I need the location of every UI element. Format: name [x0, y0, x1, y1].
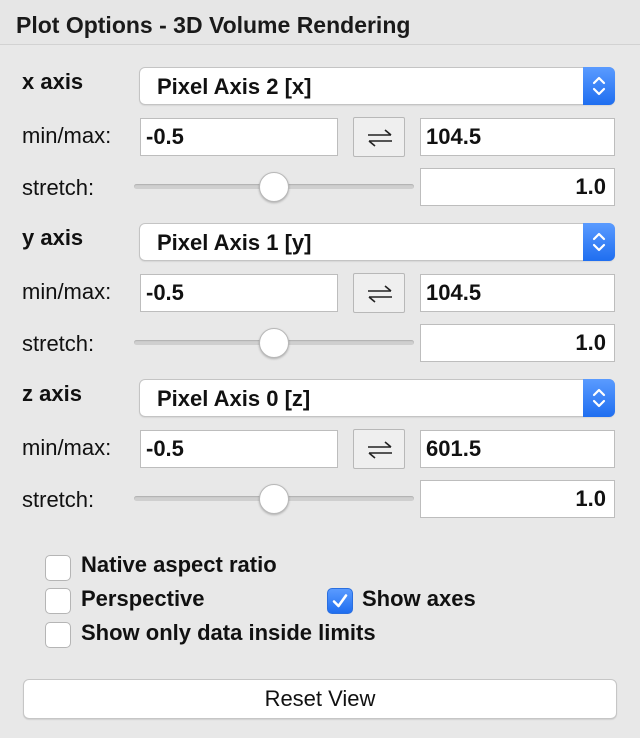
- z-stretch-slider-knob[interactable]: [259, 484, 289, 514]
- perspective-label: Perspective: [81, 586, 205, 611]
- y-swap-button[interactable]: [353, 273, 405, 313]
- z-min-input[interactable]: -0.5: [140, 430, 338, 468]
- x-stretch-label: stretch:: [22, 175, 95, 200]
- z-stretch-value: 1.0: [575, 486, 606, 511]
- z-stretch-input[interactable]: 1.0: [420, 480, 615, 518]
- x-axis-select-value: Pixel Axis 2 [x]: [157, 74, 312, 99]
- show-inside-limits-label: Show only data inside limits: [81, 620, 376, 645]
- z-max-value: 601.5: [426, 436, 482, 461]
- show-axes-label: Show axes: [362, 586, 476, 611]
- z-axis-label: z axis: [22, 381, 82, 406]
- swap-arrows-icon: [368, 129, 392, 147]
- reset-view-button[interactable]: Reset View: [23, 679, 617, 719]
- y-stretch-label: stretch:: [22, 331, 95, 356]
- z-minmax-label: min/max:: [22, 435, 112, 460]
- x-stretch-slider-knob[interactable]: [259, 172, 289, 202]
- y-axis-select[interactable]: Pixel Axis 1 [y]: [139, 223, 615, 261]
- y-stretch-slider-knob[interactable]: [259, 328, 289, 358]
- up-down-chevron-icon[interactable]: [583, 67, 615, 105]
- x-max-value: 104.5: [426, 124, 482, 149]
- panel-title: Plot Options - 3D Volume Rendering: [16, 12, 411, 38]
- y-min-input[interactable]: -0.5: [140, 274, 338, 312]
- up-down-chevron-icon[interactable]: [583, 223, 615, 261]
- show-axes-checkbox[interactable]: [327, 588, 353, 614]
- show-inside-limits-checkbox[interactable]: [45, 622, 71, 648]
- z-min-value: -0.5: [146, 436, 184, 461]
- x-min-input[interactable]: -0.5: [140, 118, 338, 156]
- checkmark-icon: [332, 594, 348, 608]
- plot-options-panel: x axis Pixel Axis 2 [x] min/max: -0.5 10…: [0, 45, 640, 738]
- x-stretch-input[interactable]: 1.0: [420, 168, 615, 206]
- x-max-input[interactable]: 104.5: [420, 118, 615, 156]
- x-swap-button[interactable]: [353, 117, 405, 157]
- y-axis-select-value: Pixel Axis 1 [y]: [157, 230, 312, 255]
- panel-title-bar: Plot Options - 3D Volume Rendering: [0, 0, 640, 45]
- z-stretch-label: stretch:: [22, 487, 95, 512]
- y-minmax-label: min/max:: [22, 279, 112, 304]
- z-max-input[interactable]: 601.5: [420, 430, 615, 468]
- native-aspect-checkbox[interactable]: [45, 555, 71, 581]
- swap-arrows-icon: [368, 441, 392, 459]
- perspective-checkbox[interactable]: [45, 588, 71, 614]
- x-minmax-label: min/max:: [22, 123, 112, 148]
- z-swap-button[interactable]: [353, 429, 405, 469]
- y-max-value: 104.5: [426, 280, 482, 305]
- x-min-value: -0.5: [146, 124, 184, 149]
- x-axis-label: x axis: [22, 69, 84, 94]
- swap-arrows-icon: [368, 285, 392, 303]
- native-aspect-label: Native aspect ratio: [81, 552, 277, 577]
- up-down-chevron-icon[interactable]: [583, 379, 615, 417]
- x-axis-select[interactable]: Pixel Axis 2 [x]: [139, 67, 615, 105]
- y-max-input[interactable]: 104.5: [420, 274, 615, 312]
- y-stretch-value: 1.0: [575, 330, 606, 355]
- z-axis-select-value: Pixel Axis 0 [z]: [157, 386, 311, 411]
- x-stretch-value: 1.0: [575, 174, 606, 199]
- y-stretch-input[interactable]: 1.0: [420, 324, 615, 362]
- z-axis-select[interactable]: Pixel Axis 0 [z]: [139, 379, 615, 417]
- y-axis-label: y axis: [22, 225, 84, 250]
- y-min-value: -0.5: [146, 280, 184, 305]
